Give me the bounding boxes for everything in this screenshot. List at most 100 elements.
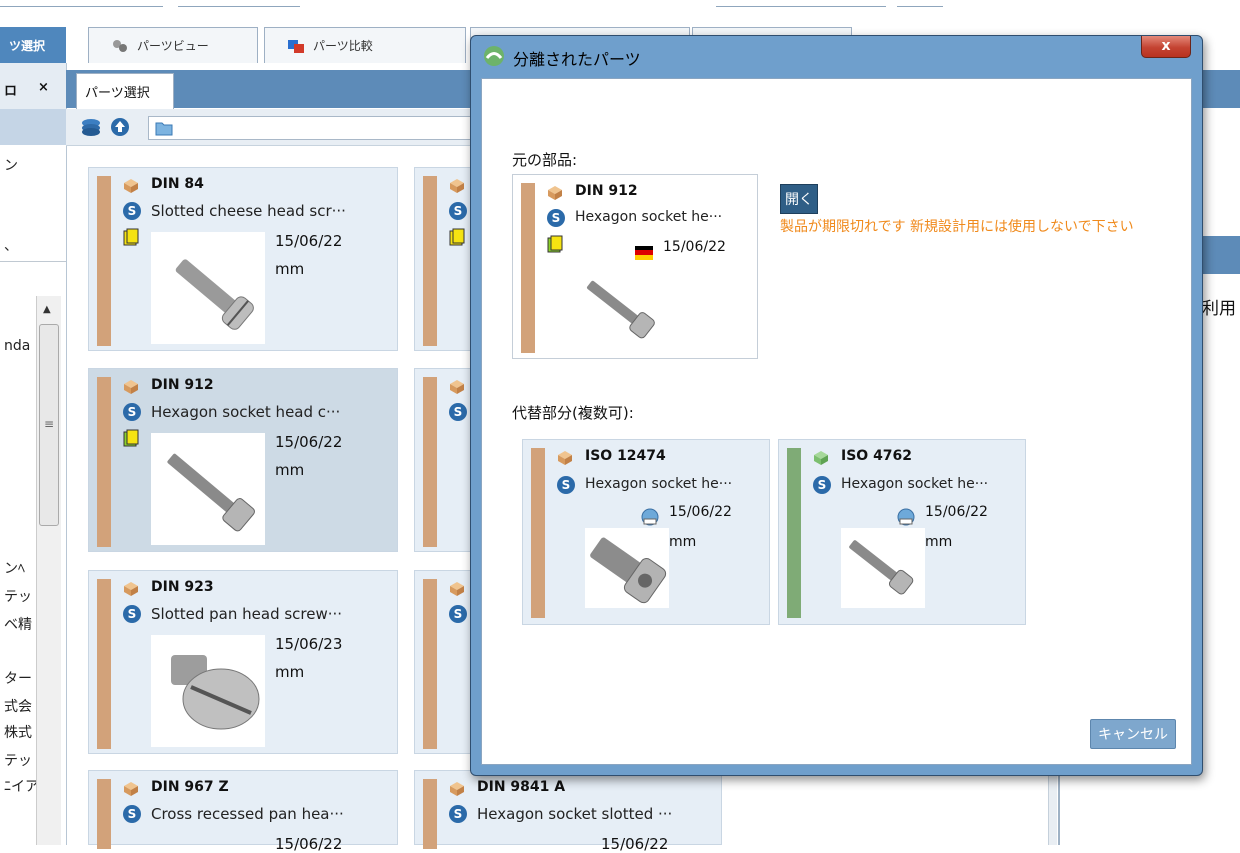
standard-icon: S [449,605,467,623]
path-input[interactable] [148,116,478,140]
part-unit: mm [275,260,305,278]
cube-icon [449,781,465,797]
part-name: DIN 912 [575,183,638,199]
standard-icon: S [557,476,575,494]
part-thumbnail [841,528,925,608]
folder-icon [155,120,173,140]
document-icon [547,235,563,257]
standard-icon: S [123,403,141,421]
part-unit: mm [925,534,953,550]
part-card[interactable]: S [414,368,474,552]
tab-label: パーツ選択 [85,86,150,101]
dialog-titlebar[interactable]: 分離されたパーツ x [471,36,1202,76]
scroll-up-icon[interactable]: ▲ [43,304,51,315]
part-name: DIN 923 [151,579,214,595]
status-bar [787,448,801,618]
part-name: DIN 967 Z [151,779,229,795]
open-button[interactable]: 開く [780,184,818,214]
right-panel-text: 利用 [1202,299,1236,319]
part-date: 15/06/22 [275,232,343,250]
part-name: DIN 912 [151,377,214,393]
document-icon [449,228,465,246]
tab-label: パーツビュー [137,39,209,53]
part-card[interactable]: S [414,570,474,754]
part-unit: mm [275,663,305,681]
cube-icon [547,185,563,205]
part-card[interactable]: DIN 912 S Hexagon socket head c··· 15/06… [88,368,398,552]
tab-parts-compare[interactable]: パーツ比較 [264,27,466,63]
scrollbar-thumb[interactable]: ≡ [39,324,59,526]
alternative-part-card[interactable]: ISO 4762 S Hexagon socket he··· 15/06/22… [778,439,1026,625]
dialog-title: 分離されたパーツ [513,50,641,69]
up-arrow-icon[interactable] [110,117,130,137]
status-bar [531,448,545,618]
part-date: 15/06/22 [663,239,726,255]
part-thumbnail [575,263,665,353]
standard-icon: S [813,476,831,494]
left-panel-text: 式会 [4,699,32,715]
status-bar [97,779,111,849]
left-panel-text: 、 [4,238,18,254]
left-panel-title: ロ [4,84,18,99]
divider [0,261,66,262]
part-card[interactable]: DIN 923 S Slotted pan head screw··· 15/0… [88,570,398,754]
part-card[interactable]: S [414,167,474,351]
part-desc: Slotted cheese head scr··· [151,202,346,220]
tab-label: パーツ比較 [313,39,373,53]
part-date: 15/06/22 [275,433,343,451]
divider [0,6,163,7]
standard-icon: S [123,202,141,220]
part-date: 15/06/22 [275,835,343,853]
part-desc: Hexagon socket head c··· [151,403,341,421]
left-panel-text: nda [4,338,31,354]
part-card[interactable]: DIN 9841 A S Hexagon socket slotted ··· … [414,770,722,853]
left-panel-header: ロ × [0,63,66,110]
tab-parts-selection[interactable]: パーツ選択 [76,73,174,109]
cube-icon [449,379,465,395]
standard-icon: S [449,805,467,823]
tab-label: ツ選択 [9,39,46,53]
status-bar [97,176,111,346]
cancel-button[interactable]: キャンセル [1090,719,1176,749]
left-panel-text: ベ精 [4,617,32,633]
expired-warning: 製品が期限切れです 新規設計用には使用しないで下さい [780,219,1134,235]
part-date: 15/06/23 [275,635,343,653]
split-parts-dialog: 分離されたパーツ x 元の部品: DIN 912 S Hexagon socke… [470,35,1203,776]
status-bar [423,779,437,849]
scrollbar[interactable]: ▲ ≡ [36,296,61,845]
part-date: 15/06/22 [669,504,732,520]
original-part-label: 元の部品: [512,151,578,169]
part-name: DIN 9841 A [477,779,566,795]
divider [897,6,943,7]
grip-icon: ≡ [44,417,55,431]
parts-view-icon [111,38,129,54]
cube-icon [123,379,139,395]
original-part-card[interactable]: DIN 912 S Hexagon socket he··· 15/06/22 [512,174,758,359]
part-name: ISO 4762 [841,448,913,464]
document-icon [123,228,139,246]
tab-parts-view[interactable]: パーツビュー [88,27,258,63]
alternatives-label: 代替部分(複数可): [512,404,634,422]
part-unit: mm [669,534,697,550]
cube-icon [123,178,139,194]
database-icon[interactable] [80,117,102,137]
part-desc: Slotted pan head screw··· [151,605,343,623]
close-icon[interactable]: × [38,80,49,95]
cube-icon [449,581,465,597]
status-bar [423,176,437,346]
close-button[interactable]: x [1141,36,1191,58]
left-panel-text: テッ [4,589,32,605]
iso-globe-icon [897,508,915,530]
part-name: ISO 12474 [585,448,666,464]
cube-icon [557,450,573,470]
alternative-part-card[interactable]: ISO 12474 S Hexagon socket he··· 15/06/2… [522,439,770,625]
part-desc: Hexagon socket he··· [585,476,733,492]
part-card[interactable]: DIN 967 Z S Cross recessed pan hea··· 15… [88,770,398,853]
tab-parts-select[interactable]: ツ選択 [0,27,66,63]
left-panel-text: テッ [4,753,32,769]
left-panel-text: ター [4,671,32,687]
part-card[interactable]: DIN 84 S Slotted cheese head scr··· 15/0… [88,167,398,351]
dialog-body: 元の部品: DIN 912 S Hexagon socket he··· 15/… [481,78,1192,765]
part-date: 15/06/22 [925,504,988,520]
iso-globe-icon [641,508,659,530]
